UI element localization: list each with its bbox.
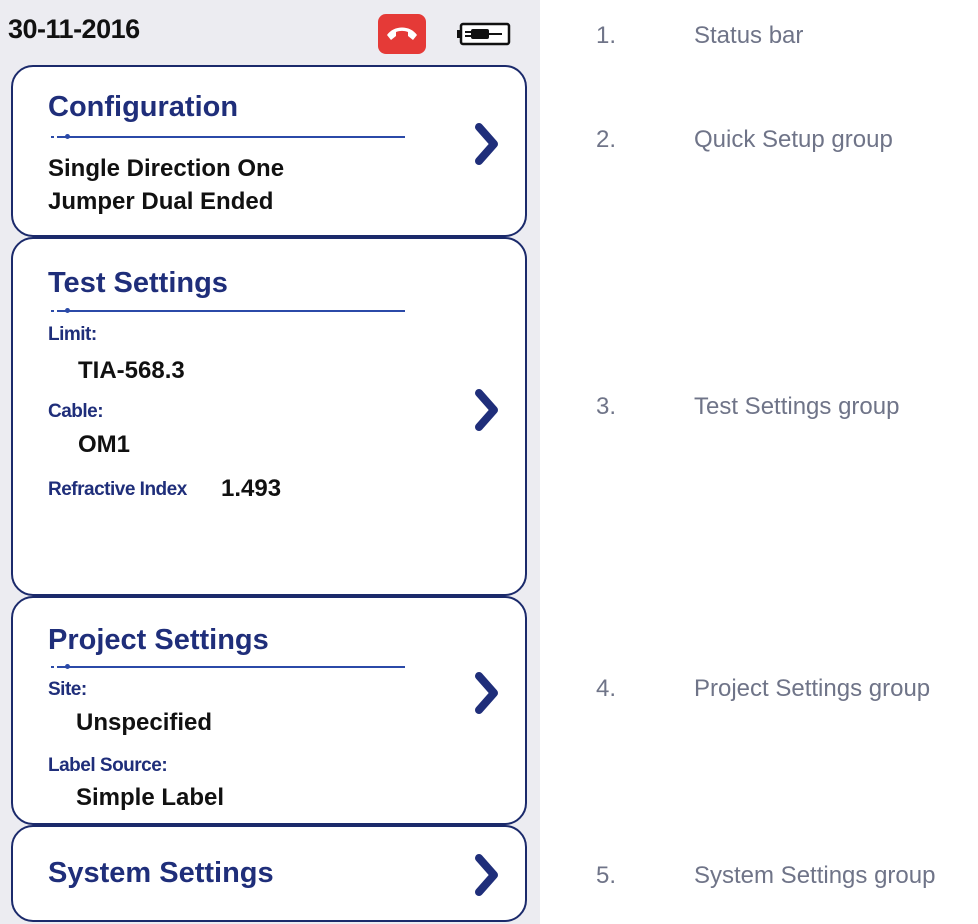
legend-text-system-settings: System Settings group [694, 862, 936, 889]
legend-text-quick-setup: Quick Setup group [694, 126, 893, 153]
project-settings-card[interactable]: Project Settings Site: Unspecified Label… [11, 596, 527, 825]
label-source-label: Label Source: [48, 755, 168, 776]
cable-label: Cable: [48, 401, 104, 422]
legend-number: 1. [596, 22, 617, 49]
refractive-index-value: 1.493 [221, 475, 282, 502]
divider-line [51, 308, 405, 313]
divider-line [51, 134, 405, 139]
configuration-value-line2: Jumper Dual Ended [48, 188, 274, 215]
label-source-value: Simple Label [76, 784, 225, 811]
limit-value: TIA-568.3 [78, 357, 185, 384]
divider-line [51, 664, 405, 669]
legend-text-status-bar: Status bar [694, 22, 804, 49]
project-settings-title: Project Settings [48, 624, 269, 656]
chevron-right-icon[interactable] [475, 123, 499, 165]
configuration-card[interactable]: Configuration Single Direction One Jumpe… [11, 65, 527, 237]
legend-number: 3. [596, 393, 617, 420]
limit-label: Limit: [48, 324, 97, 345]
test-settings-title: Test Settings [48, 267, 228, 299]
chevron-right-icon[interactable] [475, 672, 499, 714]
legend-text-test-settings: Test Settings group [694, 393, 900, 420]
chevron-right-icon[interactable] [475, 854, 499, 896]
legend-number: 5. [596, 862, 617, 889]
hang-up-phone-icon[interactable] [378, 14, 426, 54]
legend-number: 4. [596, 675, 617, 702]
cable-value: OM1 [78, 431, 131, 458]
status-bar: 30-11-2016 [0, 0, 540, 62]
system-settings-title: System Settings [48, 857, 274, 889]
legend-number: 2. [596, 126, 617, 153]
device-screen: 30-11-2016 Configuration Single Directio… [0, 0, 540, 924]
configuration-title: Configuration [48, 91, 239, 123]
ac-power-battery-icon [457, 22, 513, 51]
chevron-right-icon[interactable] [475, 389, 499, 431]
site-value: Unspecified [76, 709, 213, 736]
date-display: 30-11-2016 [8, 14, 140, 44]
configuration-value-line1: Single Direction One [48, 155, 285, 182]
legend-text-project-settings: Project Settings group [694, 675, 931, 702]
test-settings-card[interactable]: Test Settings Limit: TIA-568.3 Cable: OM… [11, 237, 527, 596]
site-label: Site: [48, 679, 87, 700]
refractive-index-label: Refractive Index [48, 479, 187, 500]
system-settings-card[interactable]: System Settings [11, 825, 527, 922]
